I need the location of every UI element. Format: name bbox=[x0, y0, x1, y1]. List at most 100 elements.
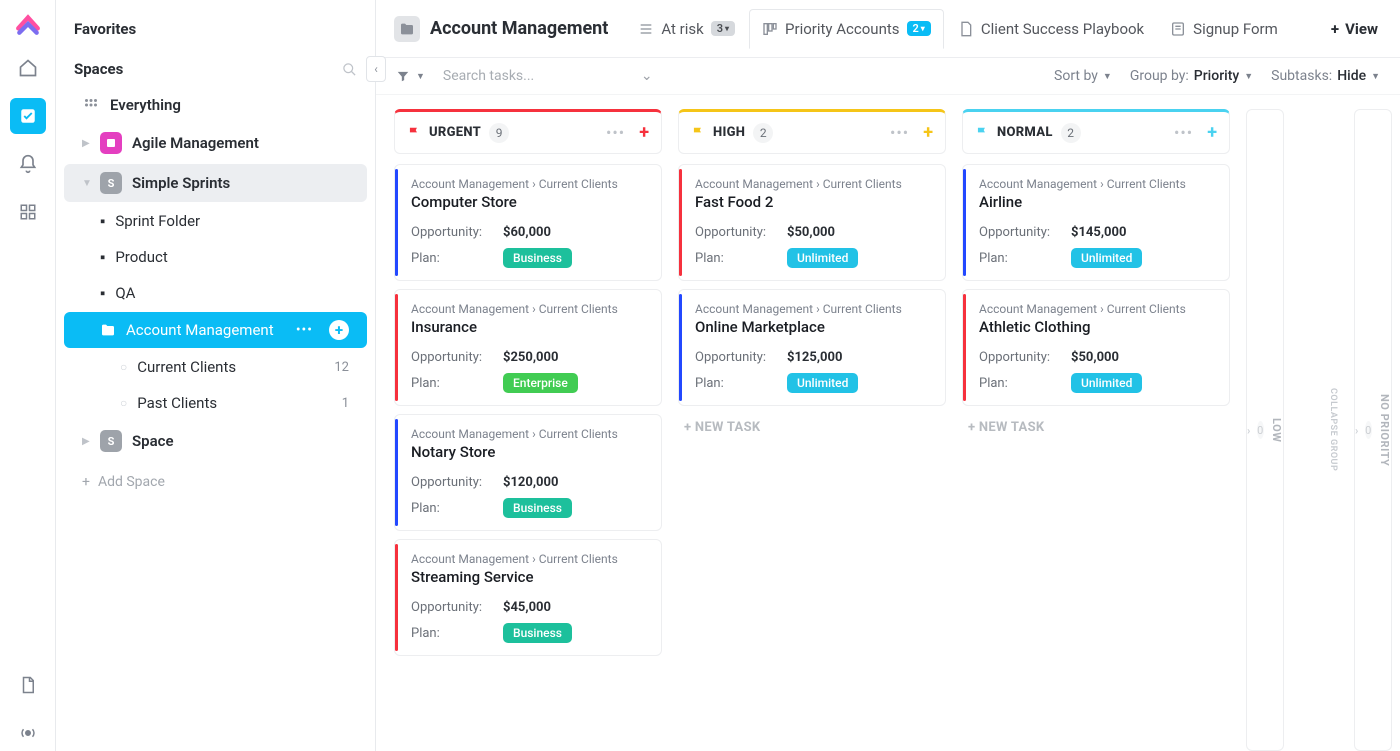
spaces-label: Spaces bbox=[74, 60, 123, 78]
column-header[interactable]: HIGH 2 ••• + bbox=[678, 109, 946, 154]
opportunity-value: $60,000 bbox=[503, 225, 551, 240]
group-control[interactable]: Group by: Priority▼ bbox=[1130, 68, 1253, 84]
column-header[interactable]: NORMAL 2 ••• + bbox=[962, 109, 1230, 154]
add-task-icon[interactable]: + bbox=[639, 122, 649, 143]
tab-label: Client Success Playbook bbox=[981, 20, 1144, 38]
tab-client-success[interactable]: Client Success Playbook bbox=[946, 10, 1156, 48]
space-label: Simple Sprints bbox=[132, 174, 230, 192]
board-icon bbox=[762, 21, 778, 37]
folder-label: QA bbox=[115, 284, 135, 302]
doc-icon bbox=[958, 21, 974, 37]
breadcrumb: Account Management›Current Clients bbox=[695, 302, 931, 316]
task-card[interactable]: Account Management›Current Clients Onlin… bbox=[678, 289, 946, 406]
task-card[interactable]: Account Management›Current Clients Notar… bbox=[394, 414, 662, 531]
plan-badge: Unlimited bbox=[787, 373, 858, 393]
opportunity-value: $50,000 bbox=[787, 225, 835, 240]
add-view-button[interactable]: + View bbox=[1327, 14, 1382, 44]
view-label: View bbox=[1345, 20, 1378, 38]
collapsed-column-low[interactable]: LOW0› bbox=[1246, 109, 1284, 751]
apps-icon[interactable] bbox=[10, 194, 46, 230]
folder-account-management[interactable]: Account Management ••• + bbox=[64, 312, 367, 348]
favorites-header[interactable]: Favorites bbox=[56, 14, 375, 52]
subtasks-control[interactable]: Subtasks: Hide▼ bbox=[1271, 68, 1380, 84]
task-title: Airline bbox=[979, 193, 1215, 211]
main: ‹ Account Management At risk 3▾ Priority… bbox=[376, 0, 1400, 751]
new-task-button[interactable]: + NEW TASK bbox=[678, 406, 946, 449]
add-task-icon[interactable]: + bbox=[1207, 122, 1217, 143]
tab-badge: 2▾ bbox=[907, 21, 931, 36]
task-card[interactable]: Account Management›Current Clients Athle… bbox=[962, 289, 1230, 406]
topbar: Account Management At risk 3▾ Priority A… bbox=[376, 0, 1400, 58]
search-icon[interactable] bbox=[342, 62, 357, 77]
task-card[interactable]: Account Management›Current Clients Strea… bbox=[394, 539, 662, 656]
space-agile[interactable]: ▶ Agile Management bbox=[64, 124, 367, 162]
filter-button[interactable]: ▼ bbox=[396, 69, 425, 83]
docs-icon[interactable] bbox=[10, 667, 46, 703]
board-column: URGENT 9 ••• + Account Management›Curren… bbox=[394, 109, 662, 751]
folder-sprint[interactable]: ▪Sprint Folder bbox=[64, 204, 367, 238]
plus-icon: + bbox=[1331, 20, 1339, 38]
list-icon: ○ bbox=[120, 396, 127, 410]
plan-badge: Unlimited bbox=[1071, 248, 1142, 268]
flag-icon bbox=[691, 126, 705, 140]
space-avatar: S bbox=[100, 172, 122, 194]
field-label: Plan: bbox=[979, 376, 1071, 391]
search-input[interactable]: Search tasks... bbox=[443, 68, 623, 84]
add-task-icon[interactable]: + bbox=[923, 122, 933, 143]
task-card[interactable]: Account Management›Current Clients Airli… bbox=[962, 164, 1230, 281]
field-label: Opportunity: bbox=[979, 225, 1071, 240]
list-icon bbox=[638, 21, 654, 37]
column-header[interactable]: URGENT 9 ••• + bbox=[394, 109, 662, 154]
add-icon[interactable]: + bbox=[329, 320, 349, 340]
more-icon[interactable]: ••• bbox=[890, 123, 909, 142]
space-avatar bbox=[100, 132, 122, 154]
new-task-button[interactable]: + NEW TASK bbox=[962, 406, 1230, 449]
tab-label: Priority Accounts bbox=[785, 20, 899, 38]
opportunity-value: $125,000 bbox=[787, 350, 842, 365]
more-icon[interactable]: ••• bbox=[296, 322, 313, 338]
home-icon[interactable] bbox=[10, 50, 46, 86]
more-icon[interactable]: ••• bbox=[606, 123, 625, 142]
space-avatar: S bbox=[100, 430, 122, 452]
task-card[interactable]: Account Management›Current Clients Insur… bbox=[394, 289, 662, 406]
page-title: Account Management bbox=[430, 18, 608, 39]
task-card[interactable]: Account Management›Current Clients Compu… bbox=[394, 164, 662, 281]
app-logo[interactable] bbox=[14, 10, 42, 38]
folder-product[interactable]: ▪Product bbox=[64, 240, 367, 274]
tab-at-risk[interactable]: At risk 3▾ bbox=[626, 10, 747, 48]
record-icon[interactable] bbox=[10, 715, 46, 751]
notifications-icon[interactable] bbox=[10, 146, 46, 182]
sort-control[interactable]: Sort by▼ bbox=[1054, 68, 1112, 84]
task-card[interactable]: Account Management›Current Clients Fast … bbox=[678, 164, 946, 281]
chevron-down-icon[interactable]: ⌄ bbox=[641, 68, 653, 84]
list-current-clients[interactable]: ○Current Clients12 bbox=[64, 350, 367, 384]
tasks-icon[interactable] bbox=[10, 98, 46, 134]
spaces-header[interactable]: Spaces bbox=[56, 52, 375, 86]
column-name: HIGH bbox=[713, 125, 745, 140]
tab-priority-accounts[interactable]: Priority Accounts 2▾ bbox=[749, 9, 944, 49]
everything-row[interactable]: Everything bbox=[64, 88, 367, 122]
caret-icon: ▶ bbox=[82, 138, 90, 149]
list-past-clients[interactable]: ○Past Clients1 bbox=[64, 386, 367, 420]
chevron-right-icon: › bbox=[1355, 424, 1359, 437]
space-simple-sprints[interactable]: ▼ S Simple Sprints bbox=[64, 164, 367, 202]
add-space-button[interactable]: +Add Space bbox=[56, 462, 375, 502]
breadcrumb: Account Management›Current Clients bbox=[411, 302, 647, 316]
field-label: Opportunity: bbox=[411, 600, 503, 615]
plan-badge: Unlimited bbox=[1071, 373, 1142, 393]
folder-qa[interactable]: ▪QA bbox=[64, 276, 367, 310]
field-label: Opportunity: bbox=[979, 350, 1071, 365]
collapse-sidebar-button[interactable]: ‹ bbox=[366, 56, 386, 82]
chevron-right-icon: › bbox=[1247, 424, 1251, 437]
task-title: Fast Food 2 bbox=[695, 193, 931, 211]
folder-icon: ▪ bbox=[100, 212, 105, 230]
collapse-group-button[interactable]: COLLAPSE GROUP bbox=[1300, 109, 1338, 751]
opportunity-value: $45,000 bbox=[503, 600, 551, 615]
collapsed-column-no-priority[interactable]: NO PRIORITY0› bbox=[1354, 109, 1392, 751]
breadcrumb: Account Management›Current Clients bbox=[695, 177, 931, 191]
breadcrumb: Account Management›Current Clients bbox=[411, 177, 647, 191]
more-icon[interactable]: ••• bbox=[1174, 123, 1193, 142]
tab-signup-form[interactable]: Signup Form bbox=[1158, 10, 1290, 48]
folder-open-icon bbox=[100, 322, 116, 338]
space-generic[interactable]: ▶ S Space bbox=[64, 422, 367, 460]
